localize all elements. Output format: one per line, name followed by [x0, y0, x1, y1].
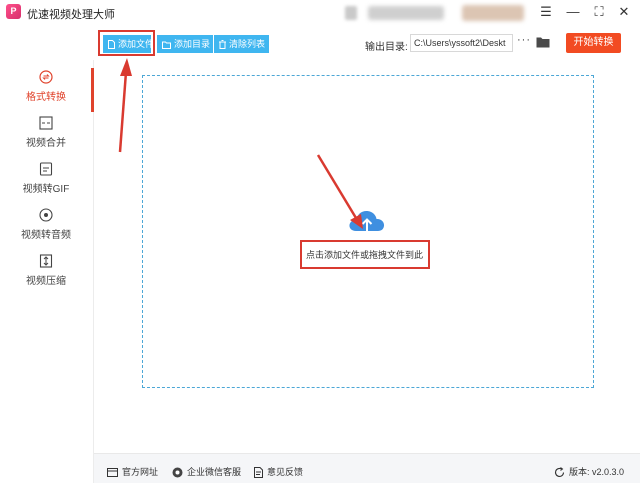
blurred-account-info: [368, 6, 444, 20]
maximize-button[interactable]: ⛶: [590, 3, 608, 21]
app-logo: P: [6, 4, 21, 19]
trash-icon: [219, 40, 226, 50]
footer-bar: 官方网址 企业微信客服 意见反馈 版本: v2.0.3.0: [94, 453, 640, 483]
feedback-label: 意见反馈: [267, 467, 304, 477]
more-options-button[interactable]: ···: [517, 34, 531, 46]
sidebar-item-video-merge[interactable]: 视频合并: [0, 116, 92, 160]
close-button[interactable]: ✕: [615, 3, 633, 21]
sidebar-item-label: 视频转音频: [21, 230, 71, 241]
output-dir-field[interactable]: C:\Users\yssoft2\Deskt: [410, 34, 513, 52]
add-file-highlight: [98, 30, 155, 56]
feedback-link[interactable]: 意见反馈: [254, 465, 304, 479]
output-dir-label: 输出目录:: [365, 42, 408, 53]
sidebar-item-label: 视频压缩: [26, 276, 66, 287]
sidebar-item-video-audio[interactable]: 视频转音频: [0, 208, 92, 252]
wechat-support-link[interactable]: 企业微信客服: [172, 465, 241, 478]
official-site-link[interactable]: 官方网址: [107, 465, 158, 478]
app-title: 优速视频处理大师: [27, 9, 115, 21]
sidebar-item-format-convert[interactable]: 格式转换: [0, 70, 92, 114]
wechat-icon: [172, 467, 183, 478]
folder-icon: [162, 41, 171, 49]
upload-cloud-icon[interactable]: [346, 205, 388, 239]
sidebar-item-video-compress[interactable]: 视频压缩: [0, 254, 92, 298]
add-folder-button[interactable]: 添加目录: [157, 35, 213, 53]
merge-icon: [39, 116, 53, 130]
audio-icon: [39, 208, 53, 222]
open-folder-icon[interactable]: [536, 36, 550, 48]
blurred-avatar: [345, 6, 357, 20]
feedback-icon: [254, 467, 263, 479]
version-info[interactable]: 版本: v2.0.3.0: [554, 465, 624, 478]
sidebar-item-video-gif[interactable]: 视频转GIF: [0, 162, 92, 206]
format-convert-icon: [39, 70, 53, 84]
sidebar: 格式转换 视频合并 视频转GIF 视频转音频 视频压缩: [0, 60, 94, 483]
version-label: 版本:: [569, 467, 590, 477]
wechat-support-label: 企业微信客服: [187, 467, 242, 477]
menu-icon[interactable]: ☰: [537, 3, 555, 21]
sidebar-item-label: 视频合并: [26, 138, 66, 149]
sidebar-item-label: 视频转GIF: [22, 184, 70, 195]
drop-hint-text: 点击添加文件或拖拽文件到此: [306, 250, 424, 260]
annotation-arrow-up: [118, 71, 128, 153]
blurred-user-badge: [462, 5, 524, 21]
website-icon: [107, 468, 118, 478]
version-number: v2.0.3.0: [592, 467, 625, 477]
annotation-arrowhead-up: [120, 58, 132, 76]
clear-list-button[interactable]: 清除列表: [214, 35, 269, 53]
minimize-button[interactable]: —: [564, 3, 582, 21]
official-site-label: 官方网址: [122, 467, 159, 477]
refresh-icon: [554, 467, 565, 478]
clear-list-label: 清除列表: [229, 39, 266, 49]
sidebar-item-label: 格式转换: [26, 92, 66, 103]
compress-icon: [39, 254, 53, 268]
add-folder-label: 添加目录: [174, 39, 211, 49]
start-convert-button[interactable]: 开始转换: [566, 33, 621, 53]
title-bar: P 优速视频处理大师 ☰ — ⛶ ✕: [0, 0, 640, 26]
gif-icon: [39, 162, 53, 176]
